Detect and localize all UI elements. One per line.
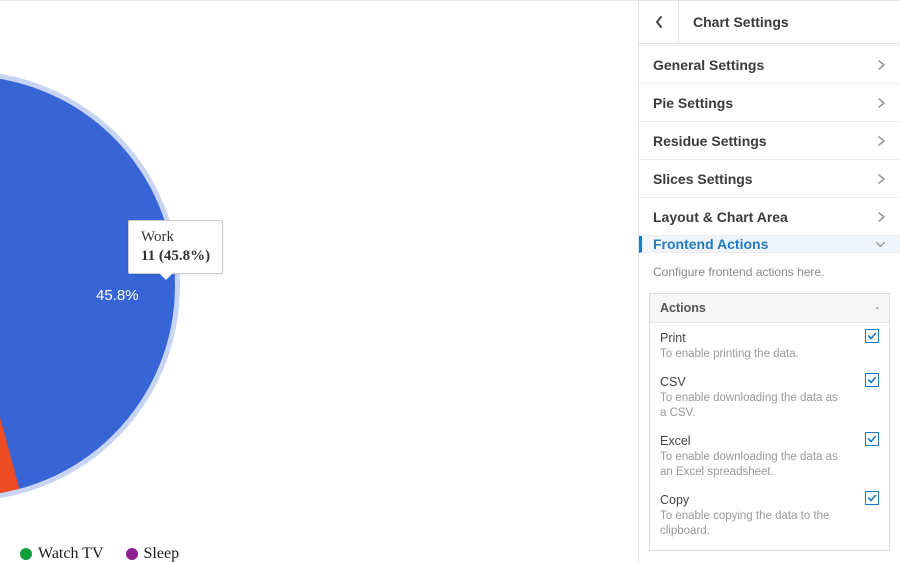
section-label: Layout & Chart Area (653, 209, 877, 225)
action-description: To enable downloading the data as a CSV. (660, 391, 840, 422)
actions-header-label: Actions (660, 301, 706, 315)
check-icon (867, 331, 877, 341)
action-name: Copy (660, 493, 879, 507)
legend-label: Sleep (144, 545, 180, 563)
section-label: Pie Settings (653, 95, 877, 111)
section-frontend-actions[interactable]: Frontend Actions (639, 236, 900, 253)
section-row[interactable]: Layout & Chart Area (639, 198, 900, 236)
section-description: Configure frontend actions here. (639, 253, 900, 287)
check-icon (867, 375, 877, 385)
action-name: CSV (660, 375, 879, 389)
action-item: Excel To enable downloading the data as a… (650, 426, 889, 485)
section-row[interactable]: General Settings (639, 46, 900, 84)
chevron-down-icon (875, 239, 886, 250)
action-item: Copy To enable copying the data to the cl… (650, 485, 889, 550)
chart-area: 45.8% Work 11 (45.8%) Watch TV Sleep (0, 0, 638, 563)
actions-box: Actions ▪ Print To enable printing the da… (649, 293, 890, 551)
chevron-right-icon (877, 211, 886, 223)
slice-percent-label: 45.8% (96, 287, 139, 304)
action-description: To enable printing the data. (660, 347, 840, 363)
actions-header[interactable]: Actions ▪ (650, 294, 889, 323)
legend-item[interactable]: Sleep (126, 545, 180, 563)
chevron-right-icon (877, 135, 886, 147)
section-row[interactable]: Slices Settings (639, 160, 900, 198)
section-row[interactable]: Pie Settings (639, 84, 900, 122)
section-label: General Settings (653, 57, 877, 73)
tooltip-label: Work (141, 229, 210, 246)
legend-dot (126, 548, 138, 560)
legend-item[interactable]: Watch TV (20, 545, 104, 563)
pie-chart (0, 71, 430, 501)
section-label: Residue Settings (653, 133, 877, 149)
pie-slices[interactable] (0, 76, 175, 496)
action-checkbox[interactable] (865, 432, 879, 446)
chevron-right-icon (877, 97, 886, 109)
action-name: Excel (660, 434, 879, 448)
back-button[interactable] (639, 0, 679, 44)
chart-legend: Watch TV Sleep (20, 545, 179, 563)
action-description: To enable copying the data to the clipbo… (660, 509, 840, 540)
collapse-icon: ▪ (876, 303, 879, 313)
chart-tooltip: Work 11 (45.8%) (128, 220, 223, 274)
chevron-right-icon (877, 59, 886, 71)
action-description: To enable downloading the data as an Exc… (660, 450, 840, 481)
panel-title: Chart Settings (679, 14, 900, 30)
legend-label: Watch TV (38, 545, 104, 563)
action-checkbox[interactable] (865, 329, 879, 343)
action-item: CSV To enable downloading the data as a C… (650, 367, 889, 426)
action-checkbox[interactable] (865, 373, 879, 387)
action-item: Print To enable printing the data. (650, 323, 889, 367)
settings-panel: Chart Settings General Settings Pie Setti… (638, 0, 900, 563)
action-checkbox[interactable] (865, 491, 879, 505)
section-label: Frontend Actions (653, 236, 875, 252)
legend-dot (20, 548, 32, 560)
action-name: Print (660, 331, 879, 345)
check-icon (867, 434, 877, 444)
section-label: Slices Settings (653, 171, 877, 187)
panel-header: Chart Settings (639, 0, 900, 44)
chevron-right-icon (877, 173, 886, 185)
section-row[interactable]: Residue Settings (639, 122, 900, 160)
tooltip-value: 11 (45.8%) (141, 248, 210, 265)
check-icon (867, 493, 877, 503)
chevron-left-icon (654, 15, 664, 29)
